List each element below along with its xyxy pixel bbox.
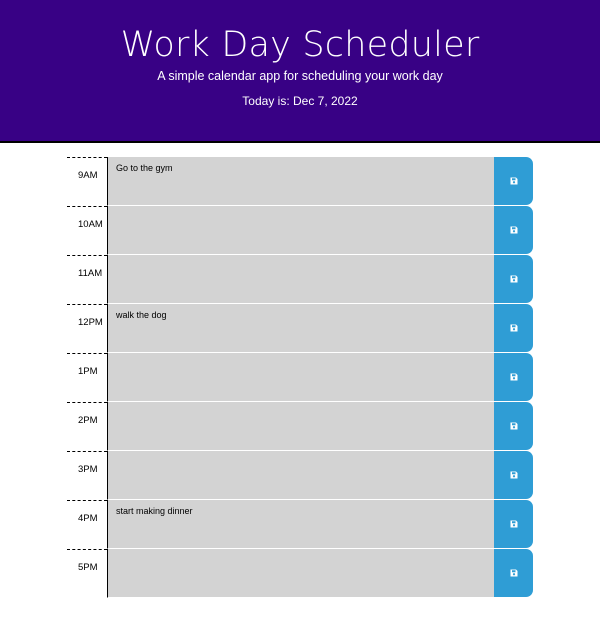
hour-label: 11AM xyxy=(67,255,107,304)
hour-label: 9AM xyxy=(67,157,107,206)
save-button[interactable] xyxy=(494,451,533,499)
description-textarea[interactable]: Go to the gym xyxy=(107,157,494,206)
time-block-5pm: 5PM xyxy=(67,549,533,598)
floppy-disk-icon xyxy=(510,324,517,332)
description-textarea[interactable] xyxy=(107,353,494,402)
description-textarea[interactable] xyxy=(107,451,494,500)
hour-label: 3PM xyxy=(67,451,107,500)
hour-label: 10AM xyxy=(67,206,107,255)
hour-label: 12PM xyxy=(67,304,107,353)
page-subtitle: A simple calendar app for scheduling you… xyxy=(157,69,443,83)
header: Work Day Scheduler A simple calendar app… xyxy=(0,0,600,143)
floppy-disk-icon xyxy=(510,275,517,283)
save-button[interactable] xyxy=(494,353,533,401)
hour-label: 4PM xyxy=(67,500,107,549)
time-block-list: 9AM Go to the gym 10AM 11AM 12PM walk the dog… xyxy=(67,157,533,598)
save-button[interactable] xyxy=(494,255,533,303)
time-block-12pm: 12PM walk the dog xyxy=(67,304,533,353)
floppy-disk-icon xyxy=(510,520,517,528)
floppy-disk-icon xyxy=(510,177,517,185)
hour-label: 1PM xyxy=(67,353,107,402)
floppy-disk-icon xyxy=(510,569,517,577)
description-textarea[interactable]: start making dinner xyxy=(107,500,494,549)
description-textarea[interactable] xyxy=(107,549,494,598)
time-block-11am: 11AM xyxy=(67,255,533,304)
save-button[interactable] xyxy=(494,157,533,205)
hour-label: 2PM xyxy=(67,402,107,451)
floppy-disk-icon xyxy=(510,471,517,479)
time-block-1pm: 1PM xyxy=(67,353,533,402)
time-block-9am: 9AM Go to the gym xyxy=(67,157,533,206)
description-textarea[interactable] xyxy=(107,206,494,255)
time-block-10am: 10AM xyxy=(67,206,533,255)
floppy-disk-icon xyxy=(510,373,517,381)
current-date: Today is: Dec 7, 2022 xyxy=(242,94,358,108)
time-block-4pm: 4PM start making dinner xyxy=(67,500,533,549)
description-textarea[interactable] xyxy=(107,255,494,304)
page-title: Work Day Scheduler xyxy=(120,25,480,65)
save-button[interactable] xyxy=(494,500,533,548)
save-button[interactable] xyxy=(494,304,533,352)
time-block-2pm: 2PM xyxy=(67,402,533,451)
floppy-disk-icon xyxy=(510,226,517,234)
floppy-disk-icon xyxy=(510,422,517,430)
description-textarea[interactable]: walk the dog xyxy=(107,304,494,353)
hour-label: 5PM xyxy=(67,549,107,598)
time-block-3pm: 3PM xyxy=(67,451,533,500)
save-button[interactable] xyxy=(494,402,533,450)
save-button[interactable] xyxy=(494,549,533,597)
description-textarea[interactable] xyxy=(107,402,494,451)
save-button[interactable] xyxy=(494,206,533,254)
